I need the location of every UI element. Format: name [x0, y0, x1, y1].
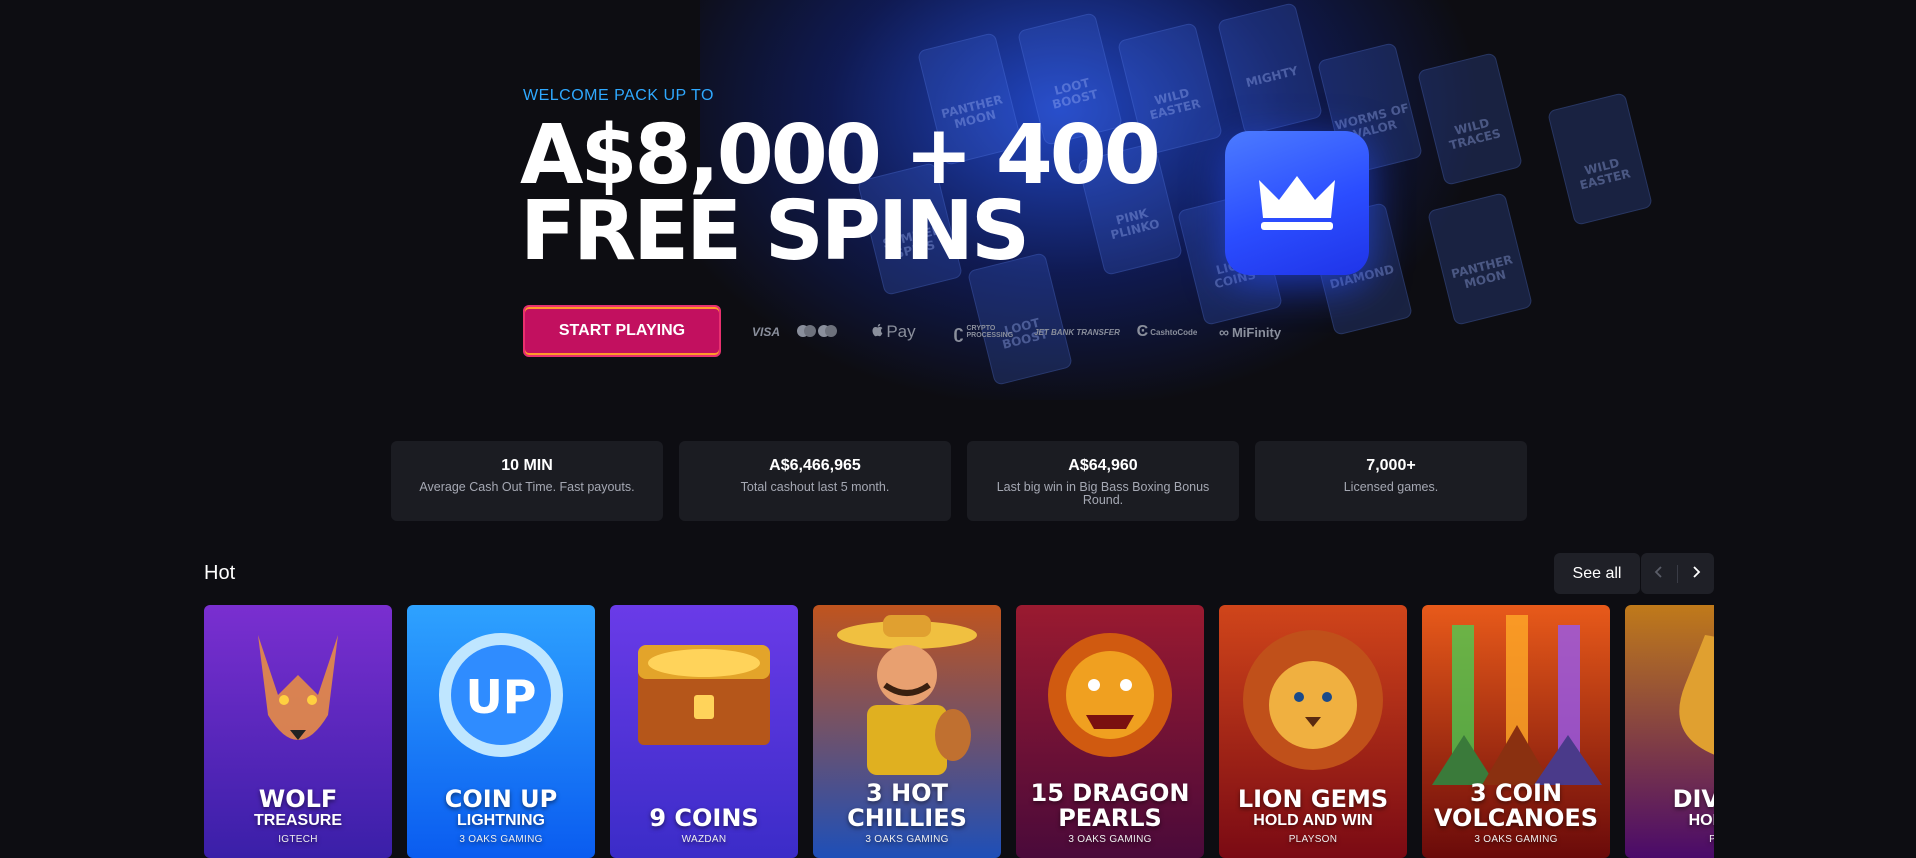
game-card-caption: 3 HOT CHILLIES 3 OAKS GAMING: [813, 781, 1001, 845]
game-subtitle: HOLD A: [1688, 812, 1714, 829]
cashtocode-c-icon: Ͼ: [1136, 323, 1149, 340]
game-provider: 3 OAKS GAMING: [865, 834, 949, 845]
game-subtitle: TREASURE: [253, 812, 342, 829]
game-card[interactable]: 3 HOT CHILLIES 3 OAKS GAMING: [813, 605, 1001, 858]
stat-value: 7,000+: [1366, 457, 1416, 474]
stat-value: 10 MIN: [501, 457, 553, 474]
game-card-caption: DIVINEHOLD A PLA: [1625, 787, 1714, 845]
stat-value: A$64,960: [1068, 457, 1138, 474]
apple-pay-label: Pay: [886, 322, 916, 341]
visa-logo: VISA: [751, 325, 780, 339]
cashtocode-label: CashtoCode: [1150, 327, 1198, 337]
hero-banner: PANTHER MOON LOOT BOOST WILD EASTER MIGHTY W…: [0, 0, 1916, 400]
game-subtitle: VOLCANOES: [1433, 804, 1599, 832]
game-card[interactable]: 3 COIN VOLCANOES 3 OAKS GAMING: [1422, 605, 1610, 858]
game-title: 15 DRAGON: [1030, 779, 1190, 807]
chevron-left-icon: [1654, 565, 1664, 583]
game-title: 3 COIN: [1469, 779, 1563, 807]
crypto-c-icon: ʗ: [953, 321, 964, 342]
game-title: LION GEMS: [1237, 785, 1389, 813]
game-subtitle: PEARLS: [1058, 804, 1162, 832]
hero-eyebrow: WELCOME PACK UP TO: [523, 87, 714, 104]
game-provider: PLA: [1709, 834, 1714, 845]
game-card-caption: LION GEMS HOLD AND WIN PLAYSON: [1219, 787, 1407, 845]
game-title: COIN UP: [444, 785, 558, 813]
cashtocode-logo: Ͼ CashtoCode: [1124, 318, 1210, 346]
hero-title-line2: FREE SPINS: [520, 184, 1030, 279]
game-provider: IGTECH: [278, 834, 318, 845]
game-provider: 3 OAKS GAMING: [1474, 834, 1558, 845]
game-provider: 3 OAKS GAMING: [459, 834, 543, 845]
apple-icon: [872, 322, 884, 342]
stat-label: Last big win in Big Bass Boxing Bonus Ro…: [996, 480, 1210, 507]
game-provider: PLAYSON: [1288, 834, 1338, 845]
game-subtitle: HOLD AND WIN: [1253, 812, 1373, 829]
game-card[interactable]: LION GEMS HOLD AND WIN PLAYSON: [1219, 605, 1407, 858]
game-card[interactable]: 9 COINS WAZDAN: [610, 605, 798, 858]
stat-value: A$6,466,965: [769, 457, 861, 474]
crown-logo-icon: [1225, 131, 1369, 275]
see-all-button[interactable]: See all: [1554, 553, 1640, 594]
stat-label: Average Cash Out Time. Fast payouts.: [419, 480, 635, 494]
hot-games-carousel: WOLF TREASURE IGTECH UP COIN UP LIGHTNING 3 OA…: [204, 605, 1714, 858]
mastercard-icon: [795, 323, 839, 342]
infinity-icon: ∞: [1218, 324, 1229, 340]
game-card-caption: 15 DRAGON PEARLS 3 OAKS GAMING: [1016, 781, 1204, 845]
stat-card: A$6,466,965 Total cashout last 5 month.: [679, 441, 951, 521]
payment-methods: VISA Pay ʗ CRYPTO PROCESSING JET BANK TR…: [750, 318, 1290, 346]
game-card[interactable]: WOLF TREASURE IGTECH: [204, 605, 392, 858]
jet-bank-transfer-logo: JET BANK TRANSFER: [1034, 327, 1120, 337]
stats-row: 10 MIN Average Cash Out Time. Fast payou…: [391, 441, 1527, 521]
hot-section-title: Hot: [204, 562, 236, 584]
mifinity-label: MiFinity: [1231, 324, 1282, 340]
game-card[interactable]: UP COIN UP LIGHTNING 3 OAKS GAMING: [407, 605, 595, 858]
hero-title-line1: A$8,000 + 400: [520, 108, 1161, 203]
game-provider: WAZDAN: [681, 834, 727, 845]
stat-card: A$64,960 Last big win in Big Bass Boxing…: [967, 441, 1239, 521]
previous-arrow-button[interactable]: [1641, 553, 1677, 594]
stat-card: 7,000+ Licensed games.: [1255, 441, 1527, 521]
game-title: 9 COINS: [649, 804, 759, 832]
apple-pay-logo: Pay: [852, 318, 936, 346]
game-card-caption: 3 COIN VOLCANOES 3 OAKS GAMING: [1422, 781, 1610, 845]
crypto-processing-label: CRYPTO PROCESSING: [966, 325, 1014, 339]
svg-text:UP: UP: [465, 670, 536, 724]
game-title: WOLF: [258, 785, 338, 813]
game-subtitle: LIGHTNING: [457, 812, 545, 829]
game-card[interactable]: DIVINEHOLD A PLA: [1625, 605, 1714, 858]
game-subtitle: CHILLIES: [847, 804, 967, 832]
game-card-caption: COIN UP LIGHTNING 3 OAKS GAMING: [407, 787, 595, 845]
chevron-right-icon: [1691, 565, 1701, 583]
game-card-caption: WOLF TREASURE IGTECH: [204, 787, 392, 845]
next-arrow-button[interactable]: [1678, 553, 1714, 594]
game-title: DIVINE: [1672, 785, 1714, 813]
mifinity-logo: ∞ MiFinity: [1210, 318, 1290, 346]
stat-label: Licensed games.: [1343, 480, 1439, 494]
carousel-nav: [1641, 553, 1714, 594]
game-card-caption: 9 COINS WAZDAN: [610, 806, 798, 845]
mastercard-logo: [782, 318, 852, 346]
stat-label: Total cashout last 5 month.: [740, 480, 890, 494]
game-title: 3 HOT: [866, 779, 948, 807]
game-card[interactable]: 15 DRAGON PEARLS 3 OAKS GAMING: [1016, 605, 1204, 858]
crypto-processing-logo: ʗ CRYPTO PROCESSING: [936, 318, 1030, 346]
hero-title: A$8,000 + 400 FREE SPINS: [520, 108, 1161, 279]
stat-card: 10 MIN Average Cash Out Time. Fast payou…: [391, 441, 663, 521]
game-provider: 3 OAKS GAMING: [1068, 834, 1152, 845]
start-playing-button[interactable]: START PLAYING: [523, 305, 721, 357]
